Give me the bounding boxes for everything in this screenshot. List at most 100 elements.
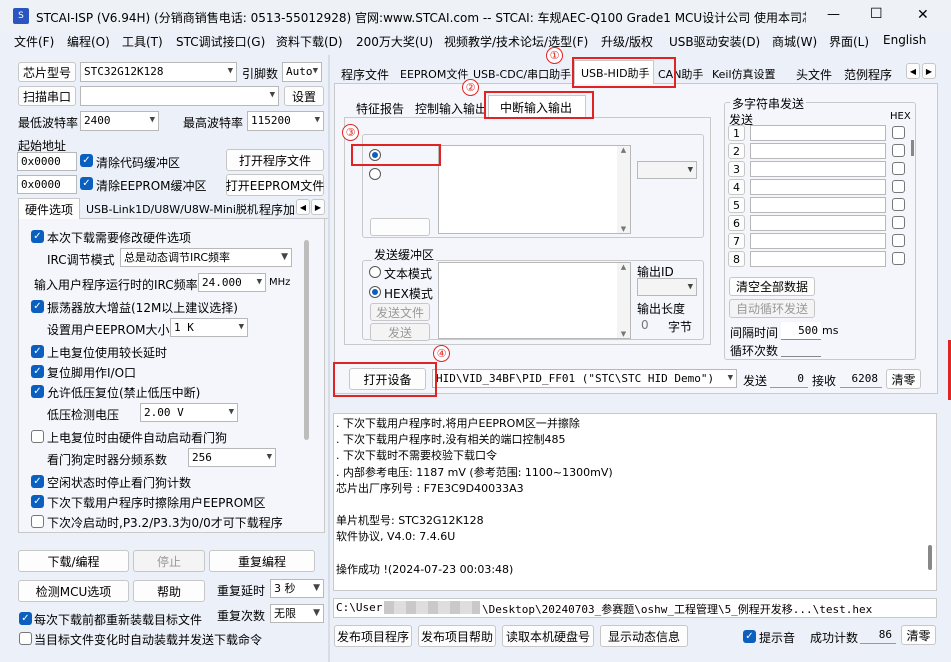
menu-english[interactable]: English <box>883 33 926 47</box>
options-scrollbar[interactable] <box>304 240 309 440</box>
max-baud-select[interactable]: 115200 ▼ <box>247 111 324 131</box>
multi-hex-checkbox[interactable] <box>892 198 905 211</box>
send-text-mode-radio[interactable] <box>369 266 381 278</box>
auto-watchdog-checkbox[interactable] <box>31 430 44 443</box>
receive-scrollbar[interactable]: ▲ ▼ <box>617 146 630 233</box>
send-file-button[interactable]: 发送文件 <box>370 303 430 321</box>
settings-button[interactable]: 设置 <box>284 86 324 106</box>
clear-count-button[interactable]: 清零 <box>886 369 921 389</box>
repeat-delay-select[interactable]: 3 秒 ▼ <box>270 579 324 598</box>
right-tab-scroll-right[interactable]: ▶ <box>922 63 936 79</box>
multi-hex-checkbox[interactable] <box>892 144 905 157</box>
publish-program-button[interactable]: 发布项目程序 <box>334 625 412 647</box>
menu-usb-driver[interactable]: USB驱动安装(D) <box>669 33 760 50</box>
recv-hex-mode-radio[interactable] <box>369 168 381 180</box>
clear-eeprom-checkbox[interactable]: ✓ <box>80 177 93 190</box>
open-program-file-button[interactable]: 打开程序文件 <box>226 149 324 171</box>
auto-load-checkbox[interactable] <box>19 632 32 645</box>
multi-send-row-button[interactable]: 7 <box>728 233 745 249</box>
pins-select[interactable]: Auto ▼ <box>282 62 322 82</box>
multi-string-input[interactable] <box>750 161 886 177</box>
menu-shop[interactable]: 商城(W) <box>772 33 817 50</box>
subtab-control-io[interactable]: 控制输入输出 <box>415 100 487 117</box>
reload-before-download-checkbox[interactable]: ✓ <box>19 612 32 625</box>
menu-download[interactable]: 资料下载(D) <box>276 33 343 50</box>
tab-program-file[interactable]: 程序文件 <box>341 66 389 83</box>
download-program-button[interactable]: 下载/编程 <box>18 550 129 572</box>
erase-eeprom-checkbox[interactable]: ✓ <box>31 495 44 508</box>
multi-send-row-button[interactable]: 1 <box>728 125 745 141</box>
eeprom-size-select[interactable]: 1 K ▼ <box>170 318 248 337</box>
send-scrollbar[interactable]: ▲ ▼ <box>617 263 630 338</box>
receive-textarea[interactable] <box>438 145 631 234</box>
subtab-feature-report[interactable]: 特征报告 <box>356 100 404 117</box>
send-textarea[interactable] <box>438 262 631 339</box>
open-eeprom-file-button[interactable]: 打开EEPROM文件 <box>226 174 324 196</box>
device-select[interactable]: HID\VID_34BF\PID_FF01 ("STC\STC HID Demo… <box>432 369 737 388</box>
eeprom-address-input[interactable]: 0x0000 <box>17 175 77 194</box>
multi-hex-checkbox[interactable] <box>892 234 905 247</box>
multi-string-input[interactable] <box>750 251 886 267</box>
check-mcu-button[interactable]: 检测MCU选项 <box>18 580 129 602</box>
interval-input[interactable]: 500 <box>781 322 821 340</box>
help-button[interactable]: 帮助 <box>133 580 205 602</box>
read-disk-id-button[interactable]: 读取本机硬盘号 <box>502 625 594 647</box>
modify-hw-checkbox[interactable]: ✓ <box>31 230 44 243</box>
long-reset-delay-checkbox[interactable]: ✓ <box>31 345 44 358</box>
clear-success-button[interactable]: 清零 <box>901 625 936 645</box>
menu-prize[interactable]: 200万大奖(U) <box>356 33 433 50</box>
tab-program-encrypt[interactable]: 程序加 <box>259 201 295 218</box>
tab-scroll-left[interactable]: ◀ <box>296 199 310 215</box>
menu-program[interactable]: 编程(O) <box>67 33 110 50</box>
send-button[interactable]: 发送 <box>370 323 430 341</box>
multi-hex-checkbox[interactable] <box>892 180 905 193</box>
chip-model-select[interactable]: STC32G12K128 ▼ <box>80 62 237 82</box>
lv-detect-select[interactable]: 2.00 V ▼ <box>140 403 238 422</box>
show-dynamic-info-button[interactable]: 显示动态信息 <box>600 625 688 647</box>
recv-clear-button[interactable] <box>370 218 430 236</box>
multi-hex-checkbox[interactable] <box>892 252 905 265</box>
repeat-program-button[interactable]: 重复编程 <box>209 550 315 572</box>
multi-send-row-button[interactable]: 2 <box>728 143 745 159</box>
output-id-select[interactable]: ▼ <box>637 278 697 296</box>
multi-send-row-button[interactable]: 4 <box>728 179 745 195</box>
stop-button[interactable]: 停止 <box>133 550 205 572</box>
multi-scrollbar[interactable] <box>911 140 914 156</box>
tab-usb-link[interactable]: USB-Link1D/U8W/U8W-Mini脱机 <box>86 201 258 217</box>
multi-hex-checkbox[interactable] <box>892 216 905 229</box>
multi-string-input[interactable] <box>750 143 886 159</box>
multi-string-input[interactable] <box>750 179 886 195</box>
code-address-input[interactable]: 0x0000 <box>17 152 77 171</box>
low-voltage-reset-checkbox[interactable]: ✓ <box>31 385 44 398</box>
auto-loop-send-button[interactable]: 自动循环发送 <box>729 299 815 318</box>
multi-send-row-button[interactable]: 5 <box>728 197 745 213</box>
input-id-select[interactable]: ▼ <box>637 161 697 179</box>
loop-count-input[interactable] <box>781 341 821 357</box>
multi-send-row-button[interactable]: 8 <box>728 251 745 267</box>
beep-checkbox[interactable]: ✓ <box>743 630 756 643</box>
irc-mode-select[interactable]: 总是动态调节IRC频率 ▼ <box>120 248 292 267</box>
multi-hex-checkbox[interactable] <box>892 126 905 139</box>
tab-header-file[interactable]: 头文件 <box>796 66 832 83</box>
close-button[interactable]: ✕ <box>917 7 929 23</box>
multi-send-row-button[interactable]: 6 <box>728 215 745 231</box>
tab-usb-cdc[interactable]: USB-CDC/串口助手 <box>473 66 571 82</box>
multi-string-input[interactable] <box>750 233 886 249</box>
menu-ui[interactable]: 界面(L) <box>829 33 869 50</box>
menu-file[interactable]: 文件(F) <box>14 33 54 50</box>
cold-boot-checkbox[interactable] <box>31 515 44 528</box>
wdt-divider-select[interactable]: 256 ▼ <box>188 448 276 467</box>
chip-model-button[interactable]: 芯片型号 <box>18 62 76 82</box>
multi-send-row-button[interactable]: 3 <box>728 161 745 177</box>
scan-port-button[interactable]: 扫描串口 <box>18 86 76 106</box>
menu-video[interactable]: 视频教学/技术论坛/选型(F) <box>444 33 588 50</box>
reset-pin-io-checkbox[interactable]: ✓ <box>31 365 44 378</box>
multi-string-input[interactable] <box>750 197 886 213</box>
idle-stop-wdt-checkbox[interactable]: ✓ <box>31 475 44 488</box>
tab-examples[interactable]: 范例程序 <box>844 66 892 83</box>
port-select[interactable]: ▼ <box>80 86 279 106</box>
minimize-button[interactable]: — <box>827 7 840 22</box>
multi-string-input[interactable] <box>750 215 886 231</box>
tab-scroll-right[interactable]: ▶ <box>311 199 325 215</box>
multi-hex-checkbox[interactable] <box>892 162 905 175</box>
